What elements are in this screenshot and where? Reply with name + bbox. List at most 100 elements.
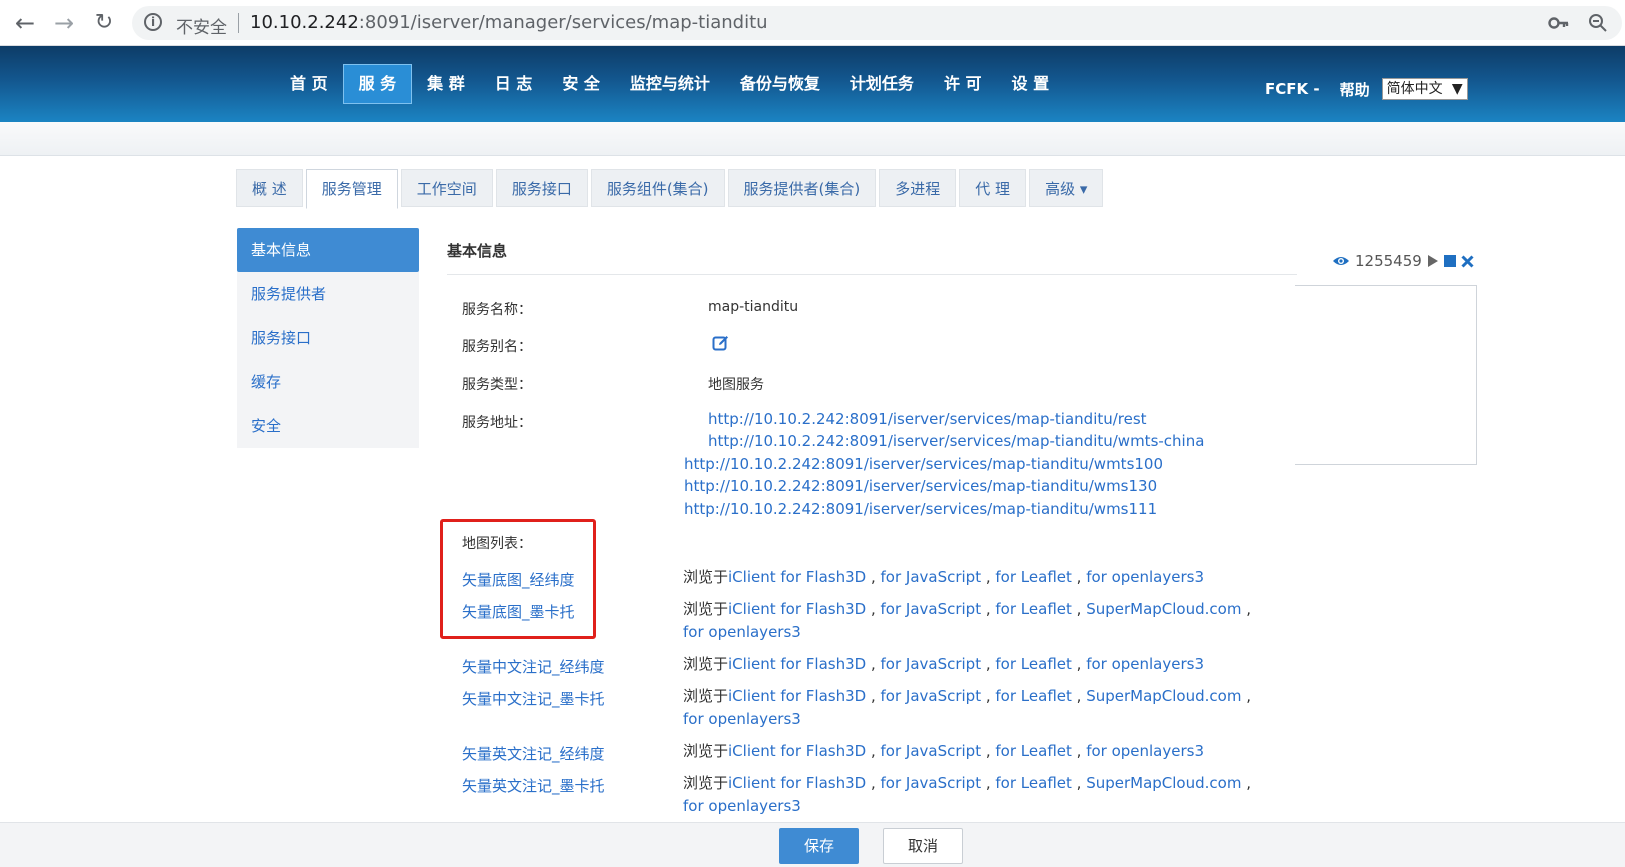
client-link[interactable]: for JavaScript xyxy=(881,742,982,760)
client-link[interactable]: iClient for Flash3D xyxy=(728,742,866,760)
client-link[interactable]: for JavaScript xyxy=(881,568,982,586)
client-link[interactable]: for openlayers3 xyxy=(1086,742,1204,760)
main-nav-item[interactable]: 许 可 xyxy=(929,64,997,104)
save-button[interactable]: 保存 xyxy=(779,828,859,864)
app-header: 首 页服 务集 群日 志安 全监控与统计 备份与恢复 计划任务许 可设 置 FCFK… xyxy=(0,46,1625,122)
close-icon[interactable] xyxy=(1461,254,1474,268)
service-address-link[interactable]: http://10.10.2.242:8091/iserver/services… xyxy=(684,455,1163,473)
client-link[interactable]: for Leaflet xyxy=(995,600,1071,618)
info-icon[interactable]: i xyxy=(144,13,162,31)
map-name-link[interactable]: 矢量英文注记_墨卡托 xyxy=(462,775,605,796)
main-nav-item[interactable]: 监控与统计 xyxy=(615,64,725,104)
stop-icon[interactable] xyxy=(1443,255,1456,267)
tab[interactable]: 服务管理 xyxy=(305,169,398,209)
tab[interactable]: 服务接口 xyxy=(495,169,588,207)
map-name-link[interactable]: 矢量底图_墨卡托 xyxy=(462,601,575,622)
client-link[interactable]: SuperMapCloud.com xyxy=(1086,600,1241,618)
main-nav-item[interactable]: 集 群 xyxy=(412,64,480,104)
client-link[interactable]: SuperMapCloud.com xyxy=(1086,774,1241,792)
browse-links: 浏览于iClient for Flash3D , for JavaScript … xyxy=(683,653,1263,676)
sidebar-item[interactable]: 缓存 xyxy=(237,360,419,404)
main-nav-item[interactable]: 日 志 xyxy=(480,64,548,104)
map-name-link[interactable]: 矢量底图_经纬度 xyxy=(462,569,575,590)
main-nav-item[interactable]: 安 全 xyxy=(547,64,615,104)
tab[interactable]: 代 理 xyxy=(959,169,1027,207)
main-nav-item[interactable]: 计划任务 xyxy=(835,64,929,104)
edit-icon[interactable] xyxy=(712,334,730,352)
main-nav-item[interactable]: 首 页 xyxy=(275,64,343,104)
service-address-link[interactable]: http://10.10.2.242:8091/iserver/services… xyxy=(684,500,1157,518)
map-name-link[interactable]: 矢量中文注记_经纬度 xyxy=(462,656,605,677)
reload-icon[interactable]: ↻ xyxy=(89,8,119,38)
tab-label: 工作空间 xyxy=(416,180,477,198)
service-address-label: 服务地址： xyxy=(462,415,532,431)
client-link[interactable]: iClient for Flash3D xyxy=(728,687,866,705)
main-nav-item[interactable]: 服 务 xyxy=(342,64,413,104)
link-separator: , xyxy=(1241,600,1251,618)
link-separator: , xyxy=(981,687,996,705)
client-link[interactable]: for Leaflet xyxy=(995,742,1071,760)
sidebar-item[interactable]: 安全 xyxy=(237,404,419,448)
service-address-link[interactable]: http://10.10.2.242:8091/iserver/services… xyxy=(684,477,1157,495)
browse-prefix: 浏览于 xyxy=(683,687,729,705)
client-link[interactable]: for JavaScript xyxy=(881,774,982,792)
client-link[interactable]: SuperMapCloud.com xyxy=(1086,687,1241,705)
client-link[interactable]: for JavaScript xyxy=(881,687,982,705)
map-name-link[interactable]: 矢量英文注记_经纬度 xyxy=(462,743,605,764)
tab[interactable]: 多进程 xyxy=(879,169,957,207)
tab[interactable]: 服务组件(集合) xyxy=(590,169,725,207)
sidebar-item[interactable]: 基本信息 xyxy=(237,228,419,272)
key-icon[interactable] xyxy=(1548,14,1570,32)
url-text[interactable]: 10.10.2.242:8091/iserver/manager/service… xyxy=(250,12,768,33)
browse-links: 浏览于iClient for Flash3D , for JavaScript … xyxy=(683,566,1263,589)
tab[interactable]: 服务提供者(集合) xyxy=(727,169,877,207)
client-link[interactable]: for JavaScript xyxy=(881,655,982,673)
language-select[interactable]: 简体中文 ▼ xyxy=(1381,78,1468,100)
client-link[interactable]: for openlayers3 xyxy=(683,623,801,641)
zoom-icon[interactable] xyxy=(1588,13,1608,33)
tab[interactable]: 工作空间 xyxy=(400,169,493,207)
cancel-button[interactable]: 取消 xyxy=(883,828,963,864)
client-link[interactable]: for Leaflet xyxy=(995,568,1071,586)
address-bar[interactable]: i 不安全 10.10.2.242:8091/iserver/manager/s… xyxy=(132,6,1622,40)
client-link[interactable]: for openlayers3 xyxy=(683,797,801,815)
service-address-link[interactable]: http://10.10.2.242:8091/iserver/services… xyxy=(708,432,1204,450)
tab-label: 高级 xyxy=(1045,180,1076,198)
link-separator: , xyxy=(866,655,881,673)
link-separator: , xyxy=(1071,600,1087,618)
sidebar-item[interactable]: 服务接口 xyxy=(237,316,419,360)
tab[interactable]: 高级 ▾ xyxy=(1029,169,1104,207)
back-arrow-icon[interactable]: ← xyxy=(10,8,40,38)
client-link[interactable]: for openlayers3 xyxy=(1086,655,1204,673)
user-menu[interactable]: FCFK - xyxy=(1265,80,1320,98)
browse-prefix: 浏览于 xyxy=(683,600,729,618)
help-link[interactable]: 帮助 xyxy=(1340,79,1370,100)
client-link[interactable]: iClient for Flash3D xyxy=(728,600,866,618)
client-link[interactable]: for Leaflet xyxy=(995,687,1071,705)
client-link[interactable]: for Leaflet xyxy=(995,774,1071,792)
main-nav: 首 页服 务集 群日 志安 全监控与统计 备份与恢复 计划任务许 可设 置 xyxy=(275,64,1064,104)
main-nav-item[interactable]: 备份与恢复 xyxy=(725,64,835,104)
client-link[interactable]: for Leaflet xyxy=(995,655,1071,673)
browse-prefix: 浏览于 xyxy=(683,655,729,673)
service-address-link[interactable]: http://10.10.2.242:8091/iserver/services… xyxy=(708,410,1147,428)
client-link[interactable]: for JavaScript xyxy=(881,600,982,618)
client-link[interactable]: iClient for Flash3D xyxy=(728,655,866,673)
play-icon[interactable] xyxy=(1427,254,1439,268)
omnibox-divider xyxy=(238,13,239,33)
section-divider xyxy=(447,274,1297,275)
tab[interactable]: 概 述 xyxy=(236,169,303,207)
client-link[interactable]: for openlayers3 xyxy=(1086,568,1204,586)
client-link[interactable]: iClient for Flash3D xyxy=(728,774,866,792)
forward-arrow-icon[interactable]: → xyxy=(49,8,79,38)
sidebar: 基本信息 服务提供者 服务接口 缓存 安全 xyxy=(237,228,419,448)
client-link[interactable]: for openlayers3 xyxy=(683,710,801,728)
tab-label: 服务提供者(集合) xyxy=(743,180,861,198)
sidebar-item[interactable]: 服务提供者 xyxy=(237,272,419,316)
link-separator: , xyxy=(866,742,881,760)
main-nav-item[interactable]: 设 置 xyxy=(997,64,1065,104)
client-link[interactable]: iClient for Flash3D xyxy=(728,568,866,586)
service-type-value: 地图服务 xyxy=(708,377,764,393)
map-name-link[interactable]: 矢量中文注记_墨卡托 xyxy=(462,688,605,709)
tab-label: 服务管理 xyxy=(321,180,382,198)
